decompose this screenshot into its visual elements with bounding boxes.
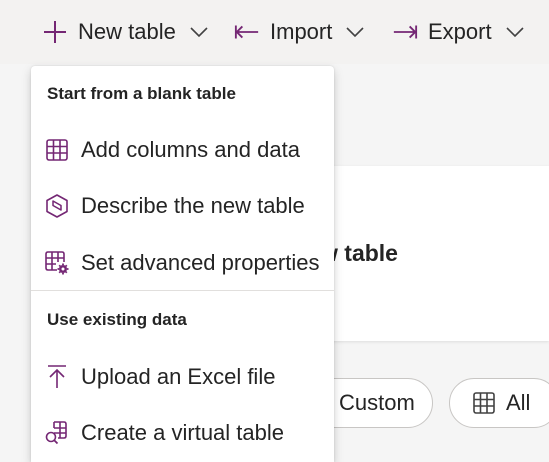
table-grid-icon xyxy=(472,391,496,415)
copilot-icon xyxy=(43,192,71,220)
menu-section-header-existing: Use existing data xyxy=(47,310,187,329)
export-button[interactable]: Export xyxy=(392,14,524,50)
import-button[interactable]: Import xyxy=(234,14,364,50)
table-settings-icon xyxy=(43,249,71,277)
filter-all-button[interactable]: All xyxy=(449,378,549,428)
menu-section-header-blank: Start from a blank table xyxy=(47,84,236,103)
command-bar: New table Import Export xyxy=(0,0,549,64)
export-label: Export xyxy=(428,19,492,44)
export-arrow-icon xyxy=(392,19,418,45)
virtual-table-icon xyxy=(43,419,71,447)
chevron-down-icon xyxy=(346,23,364,41)
new-table-menu: Start from a blank table Add columns and… xyxy=(31,66,334,462)
menu-item-virtual-table[interactable]: Create a virtual table xyxy=(31,409,334,457)
new-table-label: New table xyxy=(78,19,176,44)
menu-item-advanced-properties[interactable]: Set advanced properties xyxy=(31,239,334,287)
plus-icon xyxy=(42,19,68,45)
new-table-button[interactable]: New table xyxy=(42,14,208,50)
table-grid-icon xyxy=(43,136,71,164)
menu-item-upload-excel[interactable]: Upload an Excel file xyxy=(31,353,334,401)
menu-item-describe-table[interactable]: Describe the new table xyxy=(31,182,334,230)
chevron-down-icon xyxy=(190,23,208,41)
menu-item-label: Describe the new table xyxy=(81,193,305,218)
menu-divider xyxy=(31,290,334,291)
menu-item-label: Set advanced properties xyxy=(81,250,320,275)
menu-item-label: Upload an Excel file xyxy=(81,364,276,389)
import-arrow-icon xyxy=(234,19,260,45)
filter-custom-label: Custom xyxy=(339,390,415,415)
upload-arrow-icon xyxy=(43,363,71,391)
menu-item-label: Create a virtual table xyxy=(81,420,284,445)
import-label: Import xyxy=(270,19,333,44)
menu-item-add-columns[interactable]: Add columns and data xyxy=(31,126,334,174)
chevron-down-icon xyxy=(506,23,524,41)
menu-item-label: Add columns and data xyxy=(81,137,300,162)
filter-all-label: All xyxy=(506,390,531,415)
